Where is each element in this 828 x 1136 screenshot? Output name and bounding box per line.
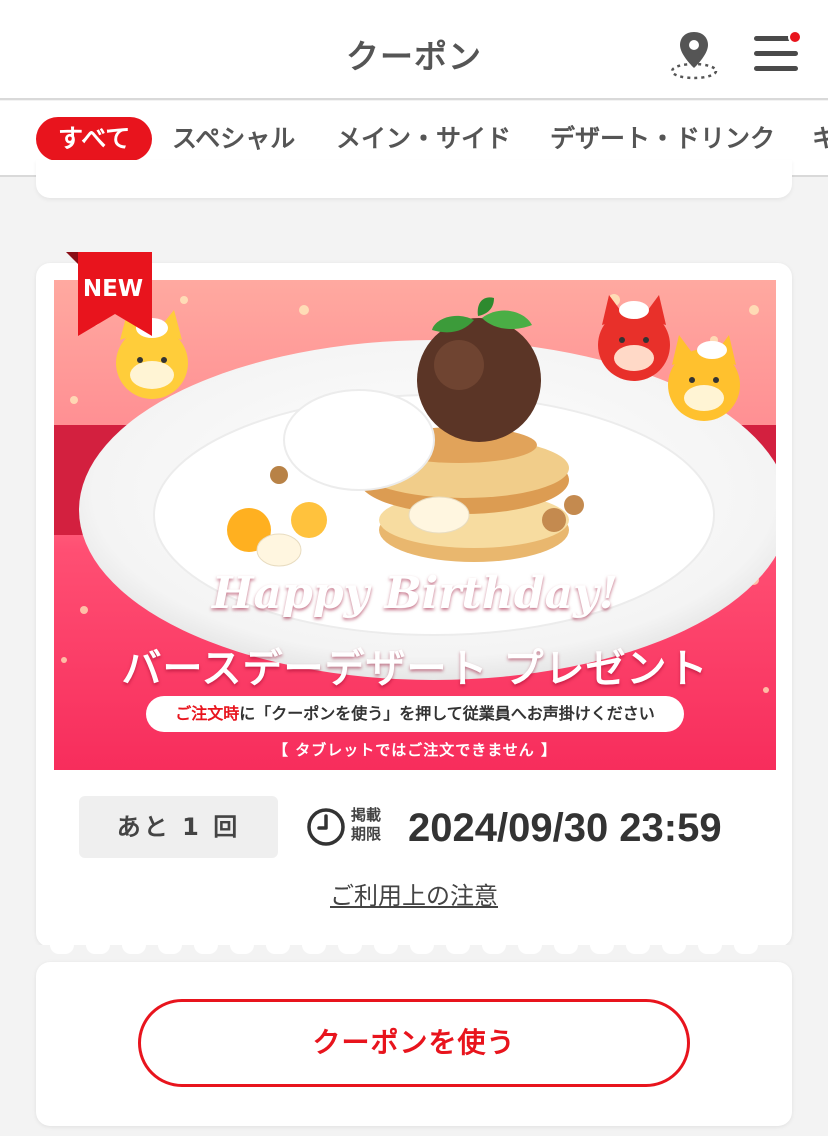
previous-coupon-card	[36, 160, 792, 198]
clock-icon	[307, 808, 345, 846]
tab-main-side[interactable]: メイン・サイド	[336, 117, 511, 161]
use-coupon-button[interactable]: クーポンを使う	[138, 999, 690, 1087]
tab-all[interactable]: すべて	[36, 117, 153, 161]
expiry-date: 2024/09/30 23:59	[408, 806, 722, 850]
banner-note: 【 タブレットではご注文できません 】	[273, 741, 557, 759]
notification-dot	[788, 30, 802, 44]
usage-notes-link[interactable]: ご利用上の注意	[0, 876, 828, 911]
usage-notes-link-text[interactable]: ご利用上の注意	[330, 882, 498, 910]
map-pin-icon[interactable]	[668, 28, 720, 82]
perforation-divider	[36, 945, 792, 963]
tab-special[interactable]: スペシャル	[172, 117, 295, 161]
banner-subtitle: バースデーデザート プレゼント	[121, 646, 709, 692]
instruction-highlight: ご注文時	[175, 704, 240, 723]
new-badge-label: NEW	[82, 276, 144, 302]
banner-instruction: ご注文時に「クーポンを使う」を押して従業員へお声掛けください	[146, 696, 684, 732]
instruction-text: に「クーポンを使う」を押して従業員へお声掛けください	[239, 704, 655, 723]
remaining-uses-badge: あと 1 回	[79, 796, 278, 858]
expiry-label: 掲載期限	[351, 806, 382, 843]
tab-more[interactable]: キ	[812, 117, 828, 161]
banner-title: Happy Birthday!	[211, 568, 619, 619]
app-header: クーポン	[0, 0, 828, 100]
tab-dessert-drink[interactable]: デザート・ドリンク	[550, 117, 775, 161]
